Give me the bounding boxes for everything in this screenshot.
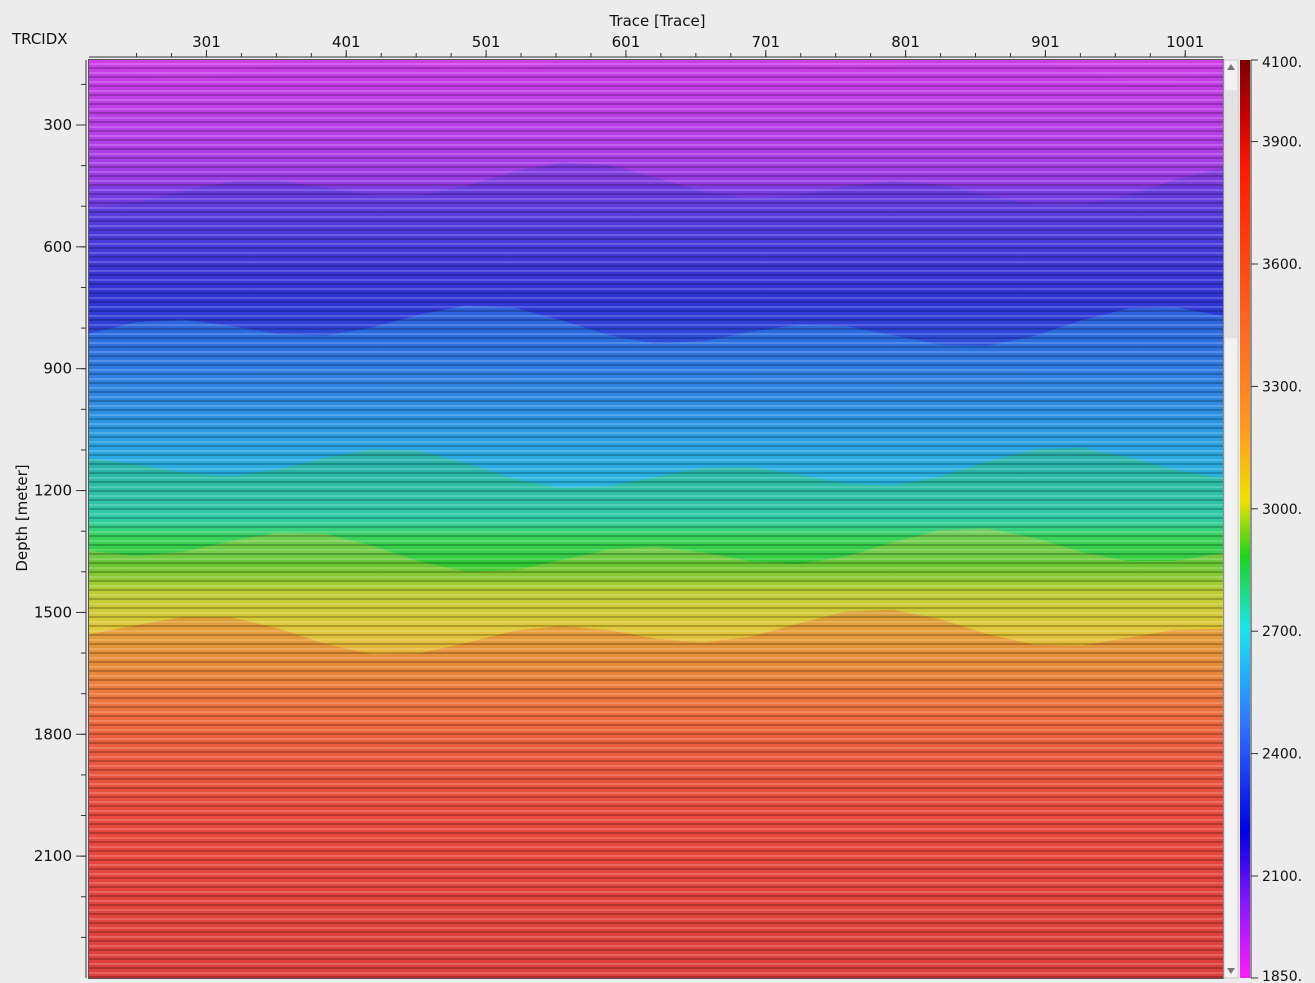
y-tick-label: 2100 bbox=[34, 847, 72, 865]
x-tick-label: 501 bbox=[472, 33, 501, 51]
x-axis: 301 401 501 601 701 801 901 1001 bbox=[89, 33, 1223, 58]
y-tick-label: 300 bbox=[43, 116, 72, 134]
vertical-scrollbar[interactable] bbox=[1223, 59, 1239, 979]
x-tick-label: 801 bbox=[891, 33, 920, 51]
x-tick-label: 701 bbox=[751, 33, 780, 51]
colorbar-tick-label: 2700. bbox=[1262, 624, 1302, 640]
y-tick-label: 1500 bbox=[34, 603, 72, 621]
x-tick-label: 901 bbox=[1031, 33, 1060, 51]
scrollbar-thumb[interactable] bbox=[1225, 90, 1237, 338]
y-tick-label: 900 bbox=[43, 360, 72, 378]
colorbar-tick-label: 3300. bbox=[1262, 379, 1302, 395]
plot-area bbox=[88, 59, 1224, 979]
colorbar-tick-label: 3600. bbox=[1262, 257, 1302, 273]
x-tick-label: 401 bbox=[332, 33, 361, 51]
colorbar-tick-label: 2100. bbox=[1262, 869, 1302, 885]
colorbar-gradient bbox=[1240, 60, 1250, 978]
y-tick-label: 600 bbox=[43, 238, 72, 256]
x-tick-label: 601 bbox=[612, 33, 641, 51]
colorbar-tick-label: 1850. bbox=[1262, 969, 1302, 983]
x-tick-label: 1001 bbox=[1166, 33, 1204, 51]
seismic-texture bbox=[89, 60, 1223, 978]
y-tick-label: 1200 bbox=[34, 482, 72, 500]
x-tick-label: 301 bbox=[192, 33, 221, 51]
y-tick-label: 1800 bbox=[34, 725, 72, 743]
colorbar-tick-label: 3900. bbox=[1262, 135, 1302, 151]
colorbar-tick-label: 2400. bbox=[1262, 747, 1302, 763]
y-axis: 300 600 900 1200 1500 1800 2100 bbox=[34, 60, 87, 978]
colorbar-tick-label: 4100. bbox=[1262, 55, 1302, 71]
colorbar-tick-label: 3000. bbox=[1262, 502, 1302, 518]
colorbar: 4100. 3900. 3600. 3300. 3000. 2700. 2400. 2100.… bbox=[1240, 55, 1302, 983]
seismic-section-chart: 301 401 501 601 701 801 901 1001 300 600 900 1200 1… bbox=[34, 33, 1302, 983]
